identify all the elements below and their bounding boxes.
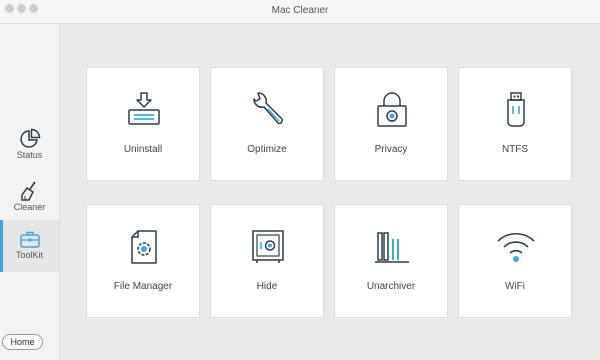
tool-card-label: Hide xyxy=(256,281,278,292)
tool-card-optimize[interactable]: Optimize xyxy=(210,67,324,181)
archive-icon xyxy=(375,232,409,263)
wrench-icon xyxy=(253,92,284,125)
toolkit-panel: Uninstall Optimize Privacy NTFS File Man… xyxy=(60,24,600,360)
tool-card-label: Unarchiver xyxy=(366,281,416,292)
sidebar: Status Cleaner ToolKit xyxy=(0,24,60,360)
wifi-icon xyxy=(497,232,535,262)
sidebar-item-label: Cleaner xyxy=(13,202,46,212)
tool-card-wifi[interactable]: WiFi xyxy=(458,204,572,318)
sidebar-item-toolkit[interactable]: ToolKit xyxy=(0,220,59,272)
tool-card-label: NTFS xyxy=(501,144,529,155)
tool-card-label: Optimize xyxy=(247,144,287,155)
file-gear-icon xyxy=(131,230,157,264)
tool-card-file-manager[interactable]: File Manager xyxy=(86,204,200,318)
tool-card-label: File Manager xyxy=(113,281,173,292)
title-bar: Mac Cleaner xyxy=(0,0,600,24)
tool-card-ntfs[interactable]: NTFS xyxy=(458,67,572,181)
tool-card-uninstall[interactable]: Uninstall xyxy=(86,67,200,181)
home-button[interactable]: Home xyxy=(2,334,43,350)
sidebar-item-label: Status xyxy=(16,150,43,160)
window-title: Mac Cleaner xyxy=(271,5,329,16)
toolbox-icon xyxy=(20,231,40,248)
tool-card-label: Privacy xyxy=(374,144,408,155)
safe-icon xyxy=(252,230,284,263)
sidebar-item-label: ToolKit xyxy=(15,250,43,260)
tool-card-label: Uninstall xyxy=(123,144,163,155)
usb-drive-icon xyxy=(507,92,525,127)
broom-icon xyxy=(21,181,36,201)
tool-card-privacy[interactable]: Privacy xyxy=(334,67,448,181)
tool-card-unarchiver[interactable]: Unarchiver xyxy=(334,204,448,318)
tool-card-hide[interactable]: Hide xyxy=(210,204,324,318)
uninstall-icon xyxy=(128,92,160,125)
sidebar-item-cleaner[interactable]: Cleaner xyxy=(0,172,59,224)
sidebar-item-status[interactable]: Status xyxy=(0,120,59,172)
lock-icon xyxy=(377,92,407,127)
pie-chart-icon xyxy=(20,128,41,148)
tool-card-label: WiFi xyxy=(505,281,525,292)
